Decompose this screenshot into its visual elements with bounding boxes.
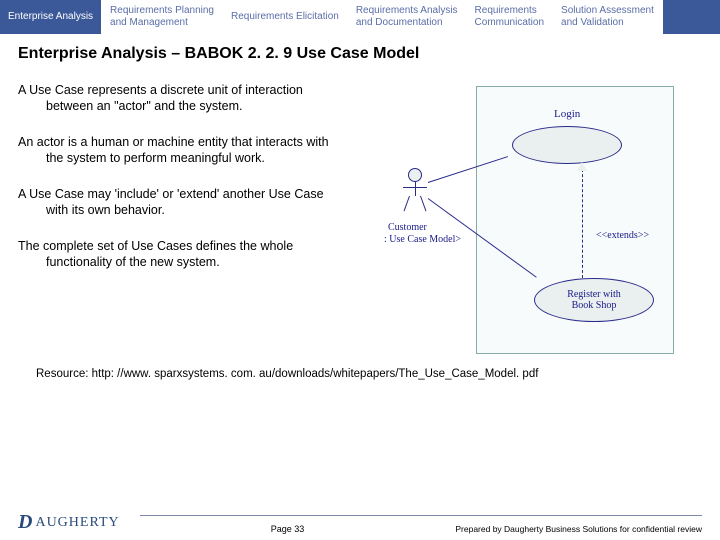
tab-enterprise-analysis[interactable]: Enterprise Analysis [0, 0, 102, 34]
tab-solution-assessment[interactable]: Solution Assessment and Validation [553, 0, 663, 34]
daugherty-logo: D AUGHERTY [18, 511, 120, 534]
prepared-by-text: Prepared by Daugherty Business Solutions… [455, 524, 702, 534]
top-tabs: Enterprise Analysis Requirements Plannin… [0, 0, 720, 34]
register-label: Register with Book Shop [567, 289, 621, 311]
tab-requirements-analysis[interactable]: Requirements Analysis and Documentation [348, 0, 467, 34]
resource-link-text: Resource: http: //www. sparxsystems. com… [18, 368, 702, 380]
slide-footer: D AUGHERTY Page 33 Prepared by Daugherty… [0, 511, 720, 534]
actor-icon [402, 168, 428, 218]
paragraph-2: An actor is a human or machine entity th… [18, 134, 348, 166]
model-label: : Use Case Model> [384, 234, 461, 245]
login-label: Login [554, 108, 580, 120]
paragraph-3: A Use Case may 'include' or 'extend' ano… [18, 186, 348, 218]
login-use-case-ellipse [512, 126, 622, 164]
tab-requirements-planning[interactable]: Requirements Planning and Management [102, 0, 223, 34]
extends-dashed-line [582, 164, 583, 278]
use-case-diagram: Login Customer : Use Case Model> <<exten… [358, 82, 678, 362]
logo-d-icon: D [18, 511, 33, 534]
paragraph-4: The complete set of Use Cases defines th… [18, 238, 348, 270]
tab-requirements-elicitation[interactable]: Requirements Elicitation [223, 0, 348, 34]
page-number: Page 33 [271, 524, 305, 534]
paragraph-1: A Use Case represents a discrete unit of… [18, 82, 348, 114]
extends-label: <<extends>> [596, 230, 649, 241]
footer-divider [140, 515, 702, 516]
slide-content: Enterprise Analysis – BABOK 2. 2. 9 Use … [0, 34, 720, 380]
slide-title: Enterprise Analysis – BABOK 2. 2. 9 Use … [18, 44, 702, 64]
actor-label: Customer [388, 222, 427, 233]
register-use-case-ellipse: Register with Book Shop [534, 278, 654, 322]
text-column: A Use Case represents a discrete unit of… [18, 82, 348, 362]
tab-requirements-communication[interactable]: Requirements Communication [467, 0, 553, 34]
logo-text: AUGHERTY [35, 515, 119, 531]
